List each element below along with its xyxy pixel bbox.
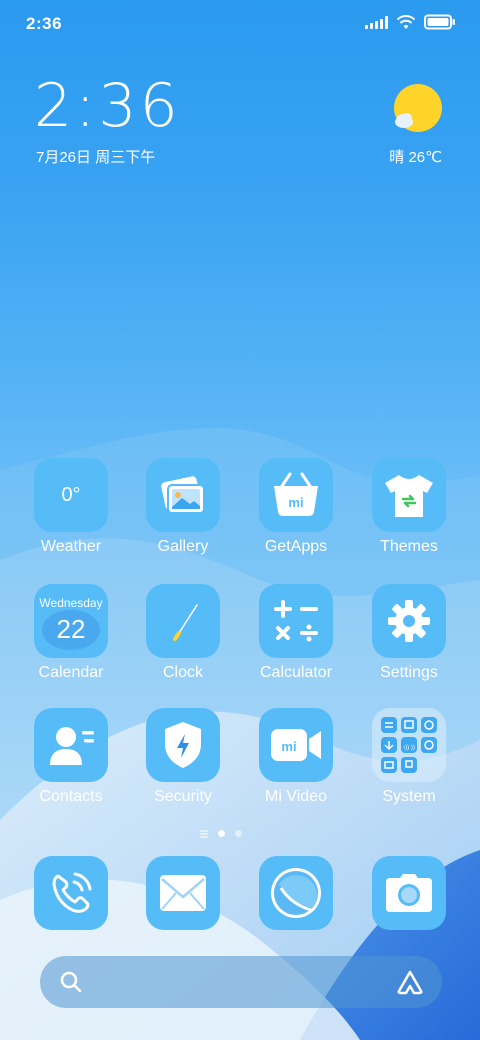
camera-icon[interactable]: [372, 856, 446, 930]
app-label: Calculator: [259, 664, 333, 681]
app-label: Mi Video: [265, 788, 327, 805]
video-camera-icon[interactable]: mi: [259, 708, 333, 782]
calendar-day-text: Wednesday: [39, 596, 103, 610]
calculator-icon[interactable]: [259, 584, 333, 658]
battery-icon: [424, 14, 455, 30]
dock-mail[interactable]: [128, 856, 238, 930]
app-label: System: [382, 788, 436, 805]
app-calendar[interactable]: Wednesday 22 Calendar: [16, 584, 126, 682]
app-label: GetApps: [264, 538, 328, 555]
page-dot-active[interactable]: [218, 830, 225, 837]
getapps-basket-icon[interactable]: mi: [259, 458, 333, 532]
folder-icon[interactable]: ›)) )): [372, 708, 446, 782]
shield-icon[interactable]: [146, 708, 220, 782]
clock-widget-time[interactable]: 2:36: [34, 76, 181, 136]
app-mi-video[interactable]: mi Mi Video: [241, 708, 351, 806]
app-calculator[interactable]: Calculator: [241, 584, 351, 682]
app-system-folder[interactable]: ›)) )) System: [354, 708, 464, 806]
weather-tile-text: 0°: [61, 483, 81, 506]
clock-widget-date: 7月26日 周三下午: [36, 149, 156, 166]
page-indicator[interactable]: [200, 830, 242, 837]
browser-icon[interactable]: [259, 856, 333, 930]
app-security[interactable]: Security: [128, 708, 238, 806]
svg-text:›)) )): ›)) )): [403, 745, 415, 751]
signal-icon: [365, 15, 388, 29]
app-label: Gallery: [157, 538, 209, 555]
wifi-icon: [396, 15, 416, 29]
dock-phone[interactable]: [16, 856, 126, 930]
contacts-icon[interactable]: [34, 708, 108, 782]
svg-text:mi: mi: [288, 495, 303, 510]
dock-browser[interactable]: [241, 856, 351, 930]
app-contacts[interactable]: Contacts: [16, 708, 126, 806]
search-bar[interactable]: [40, 956, 442, 1008]
app-label: Clock: [162, 664, 203, 681]
app-clock[interactable]: Clock: [128, 584, 238, 682]
weather-widget-text: 晴 26℃: [389, 149, 442, 166]
mail-icon[interactable]: [146, 856, 220, 930]
status-bar-time: 2:36: [26, 14, 63, 33]
app-getapps[interactable]: mi GetApps: [241, 458, 351, 556]
phone-icon[interactable]: [34, 856, 108, 930]
app-label: Weather: [40, 538, 102, 555]
status-bar-icons: [365, 14, 456, 30]
app-label: Themes: [380, 538, 438, 555]
app-label: Security: [154, 788, 212, 805]
app-weather[interactable]: 0° Weather: [16, 458, 126, 556]
clock-icon[interactable]: [146, 584, 220, 658]
app-label: Contacts: [39, 788, 103, 805]
app-gallery[interactable]: Gallery: [128, 458, 238, 556]
sunny-partly-cloudy-icon[interactable]: [392, 84, 442, 134]
page-dot[interactable]: [235, 830, 242, 837]
page-dot-menu[interactable]: [200, 832, 208, 835]
app-settings[interactable]: Settings: [354, 584, 464, 682]
gear-icon[interactable]: [372, 584, 446, 658]
weather-icon[interactable]: 0°: [34, 458, 108, 532]
assistant-icon[interactable]: [396, 969, 424, 995]
svg-text:mi: mi: [281, 739, 296, 754]
app-label: Calendar: [38, 664, 104, 681]
search-icon[interactable]: [60, 971, 82, 993]
calendar-icon[interactable]: Wednesday 22: [34, 584, 108, 658]
calendar-date-text: 22: [56, 614, 86, 644]
gallery-icon[interactable]: [146, 458, 220, 532]
app-themes[interactable]: Themes: [354, 458, 464, 556]
dock-camera[interactable]: [354, 856, 464, 930]
app-label: Settings: [380, 664, 438, 681]
themes-tshirt-icon[interactable]: [372, 458, 446, 532]
